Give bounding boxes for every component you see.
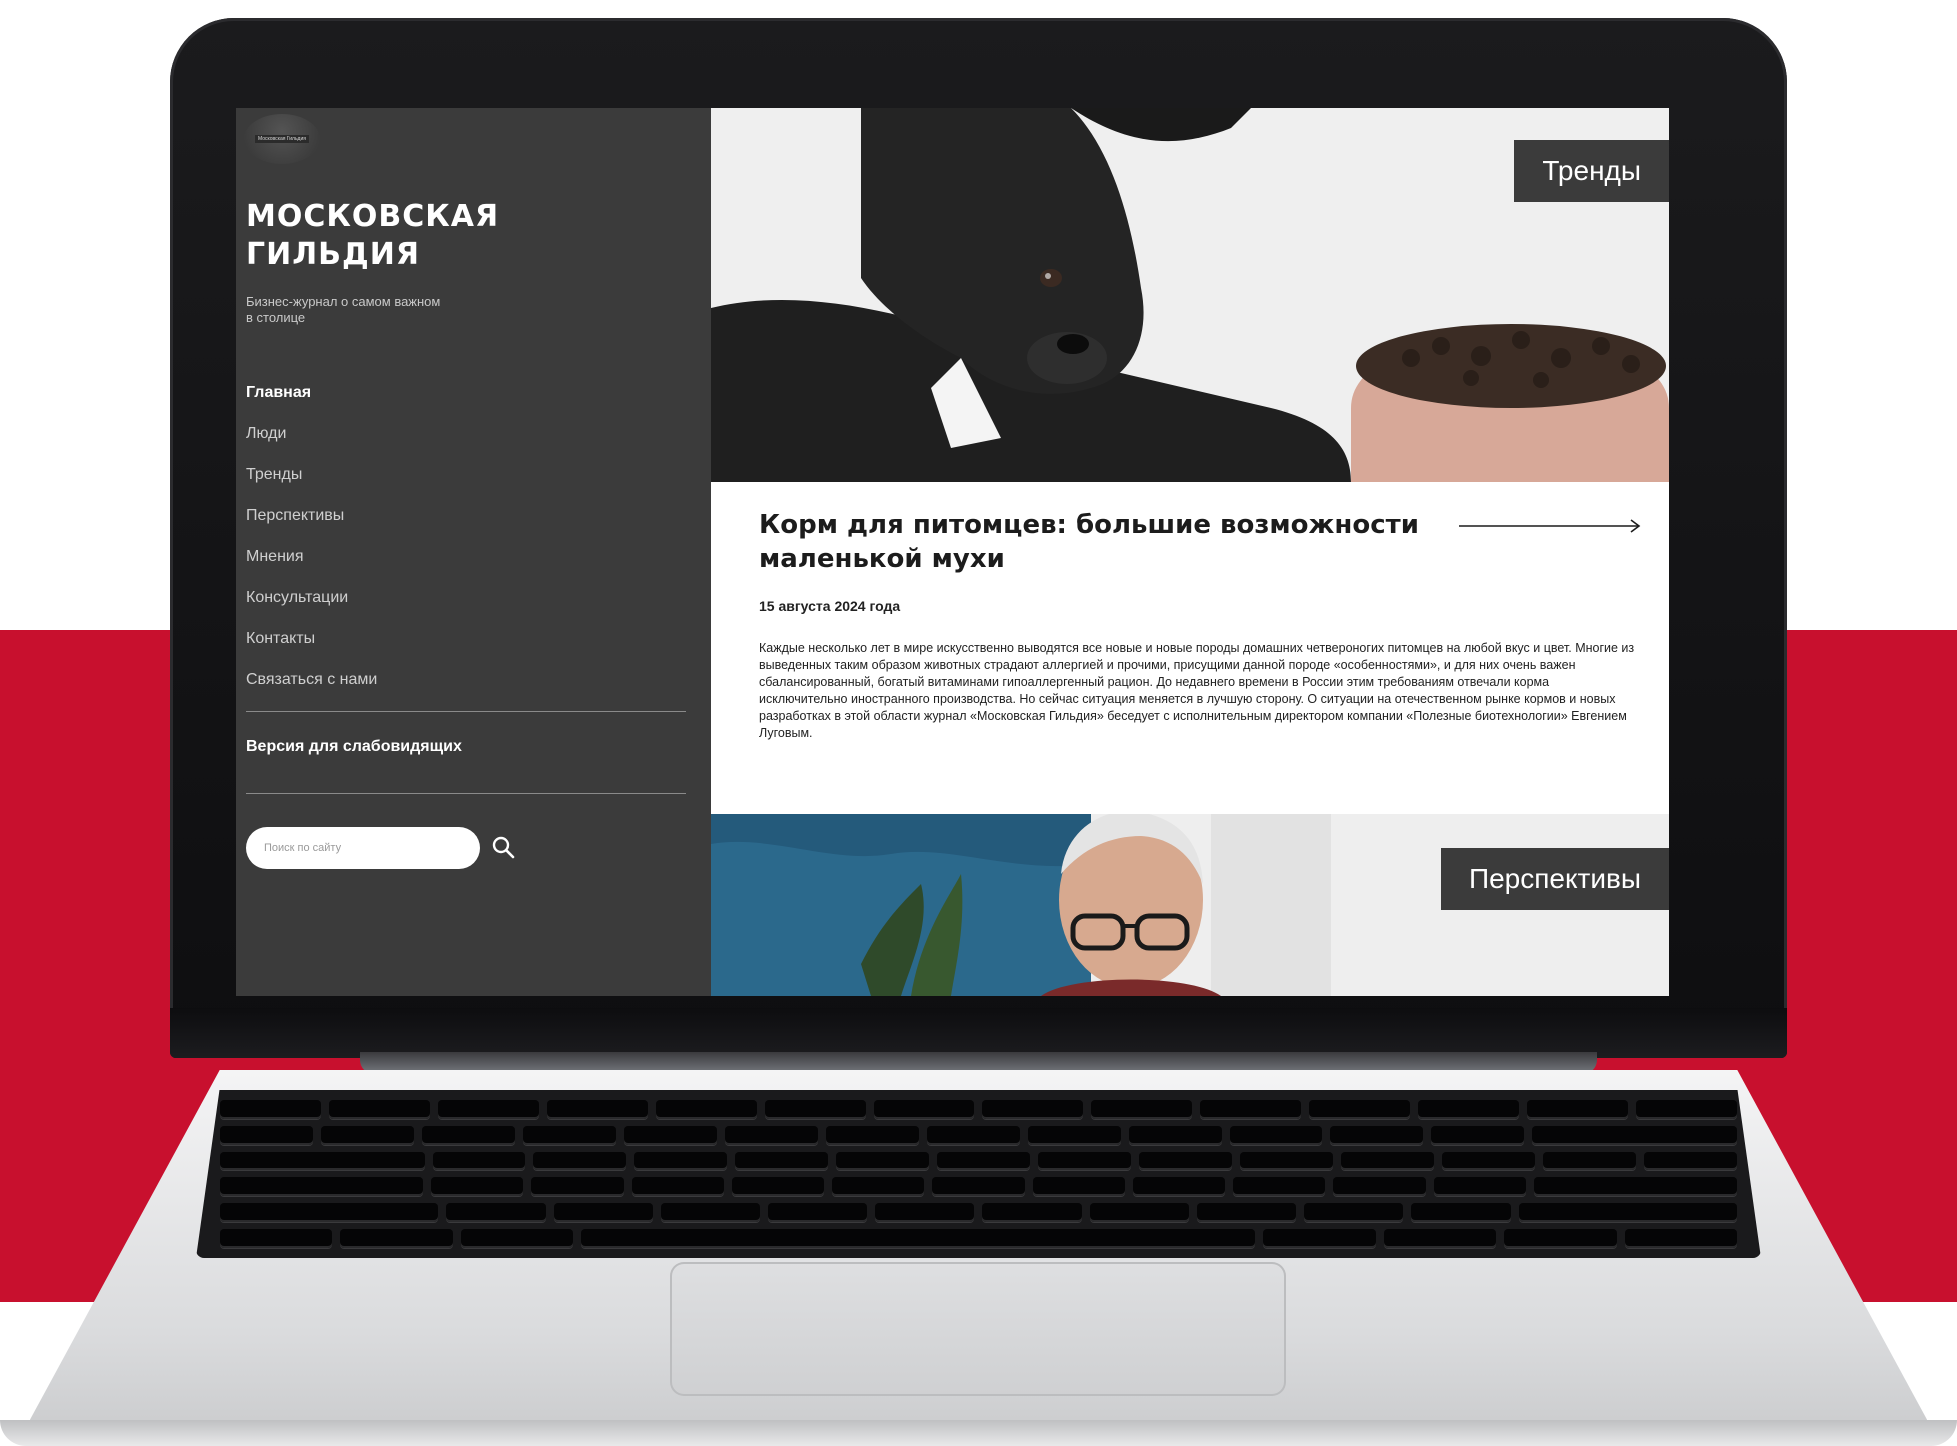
- logo-text: Московская Гильдия: [255, 135, 309, 143]
- nav-item-trends[interactable]: Тренды: [246, 454, 686, 495]
- trackpad: [670, 1262, 1286, 1396]
- nav-item-contacts[interactable]: Контакты: [246, 618, 686, 659]
- nav-item-home[interactable]: Главная: [246, 372, 686, 413]
- main-nav: Главная Люди Тренды Перспективы Мнения К…: [246, 372, 686, 700]
- brand-title: МОСКОВСКАЯ ГИЛЬДИЯ: [246, 199, 500, 272]
- nav-item-contact-us[interactable]: Связаться с нами: [246, 659, 686, 700]
- sidebar-divider: [246, 711, 686, 712]
- laptop-base-edge: [0, 1420, 1957, 1446]
- search-icon[interactable]: [490, 834, 516, 860]
- nav-item-consultations[interactable]: Консультации: [246, 577, 686, 618]
- sidebar: Московская Гильдия МОСКОВСКАЯ ГИЛЬДИЯ Би…: [236, 108, 711, 996]
- keyboard-row-space: [220, 1229, 1738, 1248]
- keyboard-row-numbers: [220, 1125, 1737, 1145]
- article-date: 15 августа 2024 года: [759, 598, 901, 614]
- nav-item-opinions[interactable]: Мнения: [246, 536, 686, 577]
- search-input[interactable]: [246, 827, 480, 869]
- brand-tagline: Бизнес-журнал о самом важном в столице: [246, 294, 441, 325]
- keyboard-row-home: [220, 1177, 1737, 1197]
- nav-item-people[interactable]: Люди: [246, 413, 686, 454]
- nav-item-prospects[interactable]: Перспективы: [246, 495, 686, 536]
- site-logo[interactable]: Московская Гильдия: [244, 114, 320, 164]
- keyboard-row-top: [220, 1151, 1737, 1171]
- category-tag-prospects[interactable]: Перспективы: [1440, 848, 1669, 910]
- category-tag-trends[interactable]: Тренды: [1514, 140, 1669, 202]
- accessibility-version-link[interactable]: Версия для слабовидящих: [246, 738, 462, 756]
- keyboard-row-function: [220, 1100, 1737, 1119]
- article-excerpt: Каждые несколько лет в мире искусственно…: [759, 641, 1635, 740]
- featured-article: Корм для питомцев: большие возможности м…: [711, 482, 1669, 814]
- keyboard: [196, 1090, 1761, 1258]
- keyboard-row-bottom: [220, 1203, 1737, 1223]
- sidebar-divider: [246, 793, 686, 794]
- main-content: Тренды Корм для питомцев: большие возмож…: [711, 108, 1669, 996]
- article-title[interactable]: Корм для питомцев: большие возможности м…: [759, 508, 1449, 576]
- laptop-bezel-chin: [170, 1008, 1787, 1058]
- arrow-right-icon[interactable]: [1459, 516, 1643, 536]
- laptop-screen: Московская Гильдия МОСКОВСКАЯ ГИЛЬДИЯ Би…: [236, 108, 1669, 996]
